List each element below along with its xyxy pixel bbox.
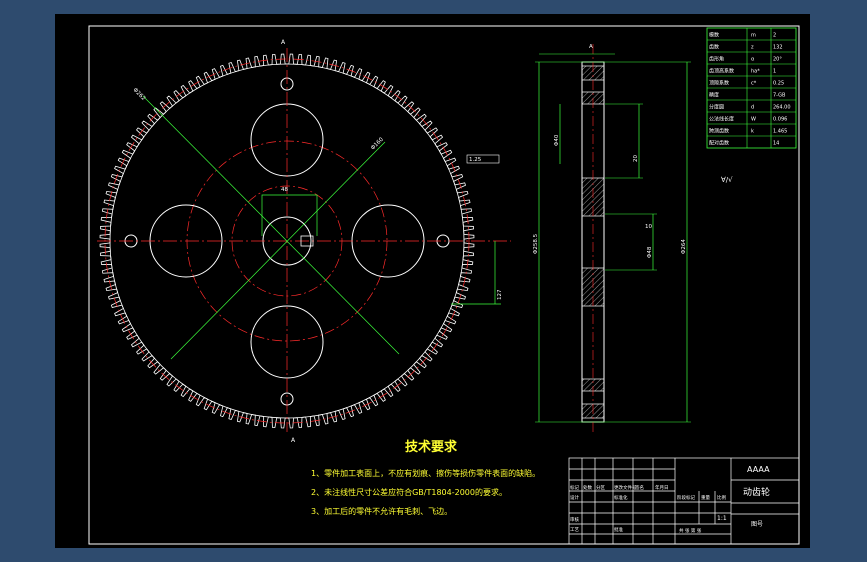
param-cell: 跨测齿数 <box>709 128 729 135</box>
roughness-symbol: ∀/√ <box>721 176 733 184</box>
param-cell: 齿形角 <box>709 56 724 63</box>
tb-h0: 标记 <box>570 484 579 491</box>
param-cell: 配对齿数 <box>709 140 729 147</box>
param-cell: 精度 <box>709 92 719 99</box>
tb-h3: 更改文件号 <box>614 484 637 491</box>
requirement-3: 3、加工后的零件不允许有毛刺、飞边。 <box>311 506 452 516</box>
param-cell: 齿顶高系数 <box>709 68 734 75</box>
param-cell: d <box>751 105 754 111</box>
dim-label-d6: Φ258.5 <box>533 233 539 254</box>
dim-label-d12: 20 <box>633 155 639 162</box>
tb-review: 审核 <box>570 516 579 523</box>
param-cell: 132 <box>773 45 783 51</box>
param-cell: 0.25 <box>773 81 784 87</box>
dim-label-d5: 127 <box>497 289 503 300</box>
param-cell: α <box>751 57 755 63</box>
param-cell: 264.00 <box>773 105 791 111</box>
diagonal-leader-1 <box>142 95 400 355</box>
param-cell: 0.096 <box>773 117 787 123</box>
tb-h4: 签名 <box>635 484 644 491</box>
tb-part-name: 动齿轮 <box>743 486 770 498</box>
inner-frame <box>88 25 800 545</box>
param-cell: 公法线长度 <box>709 116 734 123</box>
tb-h1: 处数 <box>583 484 592 491</box>
param-cell: 分度圆 <box>709 104 724 111</box>
param-rows: 模数 m 2 齿数 z 132 齿形角 α 20° 齿顶高系数 ha* 1 顶隙系数 c* 0.25 精度 7-… <box>707 32 796 147</box>
param-cell: 1 <box>773 69 776 75</box>
param-cell: m <box>751 33 756 39</box>
gear-front-view: A A <box>97 39 511 444</box>
cad-drawing: A A 模数 m 2齿数 z 132齿形角 α 20°齿顶高系数 ha* 1顶隙系数 c* 0. <box>88 25 800 545</box>
param-cell: k <box>751 129 754 135</box>
tb-weight: 重量 <box>701 494 710 501</box>
param-cell: z <box>751 45 754 51</box>
param-cell: 20° <box>773 57 782 63</box>
param-cell: 模数 <box>709 32 719 39</box>
parameter-table: 模数 m 2 齿数 z 132 齿形角 α 20° 齿顶高系数 ha* 1 顶隙系数 c* 0.25 精度 7-… <box>706 27 797 149</box>
param-cell: 14 <box>773 141 779 147</box>
tb-h2: 分区 <box>596 484 605 491</box>
tb-design: 设计 <box>570 494 579 501</box>
dim-label-d9: Φ48 <box>647 246 653 258</box>
tech-title: 技术要求 <box>405 439 458 455</box>
dim-label-d4: 1.25 <box>469 157 482 163</box>
param-cell: ha* <box>751 69 760 75</box>
tb-scale: 1:1 <box>717 515 727 522</box>
tb-sheets: 共 张 第 张 <box>679 527 702 534</box>
tb-approve: 批准 <box>614 526 623 533</box>
param-cell: c* <box>751 81 757 87</box>
dim-label-d1: Φ262 <box>132 87 147 102</box>
param-cell: 顶隙系数 <box>709 80 729 87</box>
param-cell: W <box>751 117 756 123</box>
param-cell: 7-GB <box>773 93 786 99</box>
section-mark-bottom: A <box>291 437 296 444</box>
param-cell: 齿数 <box>709 44 719 51</box>
dim-label-d3: 48 <box>281 187 288 193</box>
tb-standard: 标准化 <box>614 494 628 501</box>
dim-label-d10: 10 <box>645 224 652 230</box>
tb-ratio: 比例 <box>717 494 726 501</box>
tb-company: AAAA <box>747 465 770 474</box>
dim-label-d11: A <box>589 44 593 50</box>
dim-label-d7: Φ264 <box>681 239 687 254</box>
requirement-1: 1、零件加工表面上，不应有划痕、擦伤等损伤零件表面的缺陷。 <box>311 468 540 478</box>
param-cell: 2 <box>773 33 776 39</box>
tb-process: 工艺 <box>570 527 579 533</box>
requirement-2: 2、未注线性尺寸公差应符合GB/T1804-2000的要求。 <box>311 487 507 497</box>
drawing-sheet: A A 模数 m 2 齿数 z 132 齿形角 α 20° 齿顶高系数 ha* 1 顶隙系数 c* 0. <box>55 14 810 548</box>
param-cell: 1.465 <box>773 129 787 135</box>
tb-stage: 阶段标记 <box>677 494 695 501</box>
tb-drawing-no: 图号 <box>751 521 763 528</box>
gear-section-view <box>535 44 691 434</box>
dim-label-d8: Φ40 <box>554 134 560 146</box>
tb-h5: 年月日 <box>655 484 669 491</box>
section-mark-top: A <box>281 39 286 46</box>
